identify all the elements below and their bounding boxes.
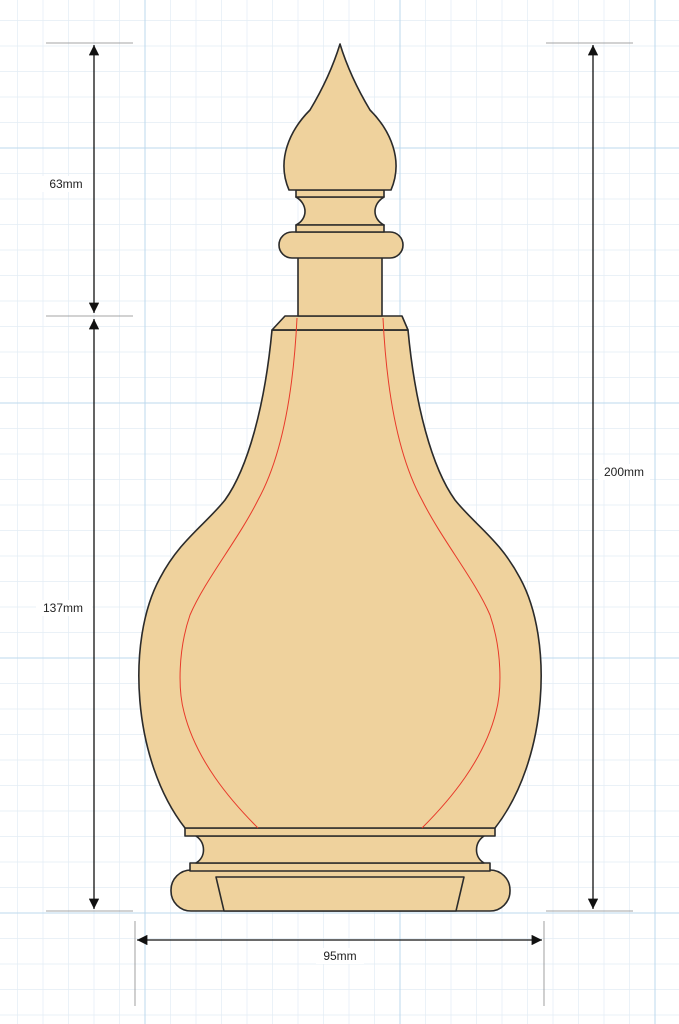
- base-waist: [195, 835, 485, 864]
- stopper-waist-band-bottom: [295, 224, 385, 233]
- dim-width-label: 95mm: [323, 949, 356, 963]
- decanter-outline: [138, 43, 542, 912]
- stopper-finial: [283, 43, 397, 191]
- base-upper-band: [184, 827, 496, 837]
- stopper-waist-band-top: [295, 189, 385, 198]
- base-lower-band: [189, 862, 491, 872]
- decanter-drawing: 63mm 137mm 200mm 95mm: [0, 0, 679, 1024]
- dim-body-label: 137mm: [43, 601, 83, 615]
- dim-stopper-label: 63mm: [49, 177, 82, 191]
- base-foot-panel: [215, 876, 465, 912]
- stopper-collar: [278, 231, 404, 259]
- body: [138, 329, 542, 829]
- stopper-waist: [295, 196, 385, 226]
- stopper-neck: [297, 253, 383, 317]
- dim-total-label: 200mm: [604, 465, 644, 479]
- shoulder-band: [271, 315, 409, 331]
